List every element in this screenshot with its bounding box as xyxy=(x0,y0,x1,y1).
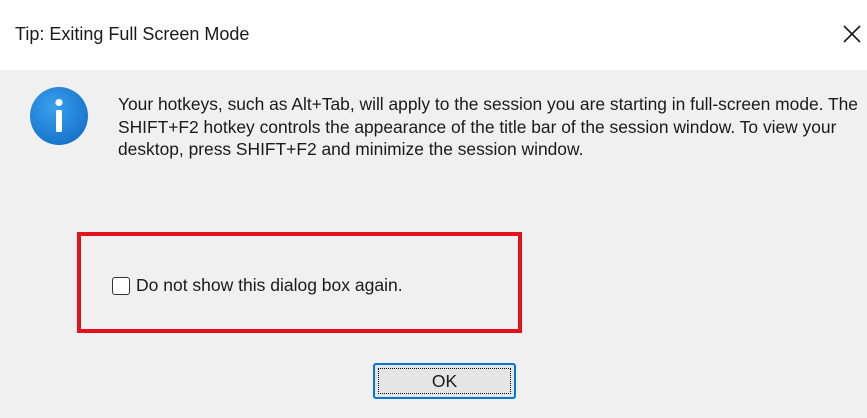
title-bar: Tip: Exiting Full Screen Mode xyxy=(0,0,867,70)
info-icon xyxy=(30,87,88,145)
ok-button-label: OK xyxy=(431,370,458,391)
close-button[interactable] xyxy=(836,16,867,52)
dont-show-again-option[interactable]: Do not show this dialog box again. xyxy=(112,275,403,296)
ok-button[interactable]: OK xyxy=(373,363,516,399)
dialog-window: Tip: Exiting Full Screen Mode Your hotke… xyxy=(0,0,867,418)
dialog-message: Your hotkeys, such as Alt+Tab, will appl… xyxy=(118,94,858,159)
dialog-title: Tip: Exiting Full Screen Mode xyxy=(15,24,250,44)
close-icon xyxy=(842,25,861,43)
dont-show-again-checkbox[interactable] xyxy=(112,276,130,295)
dont-show-again-label: Do not show this dialog box again. xyxy=(136,275,403,295)
